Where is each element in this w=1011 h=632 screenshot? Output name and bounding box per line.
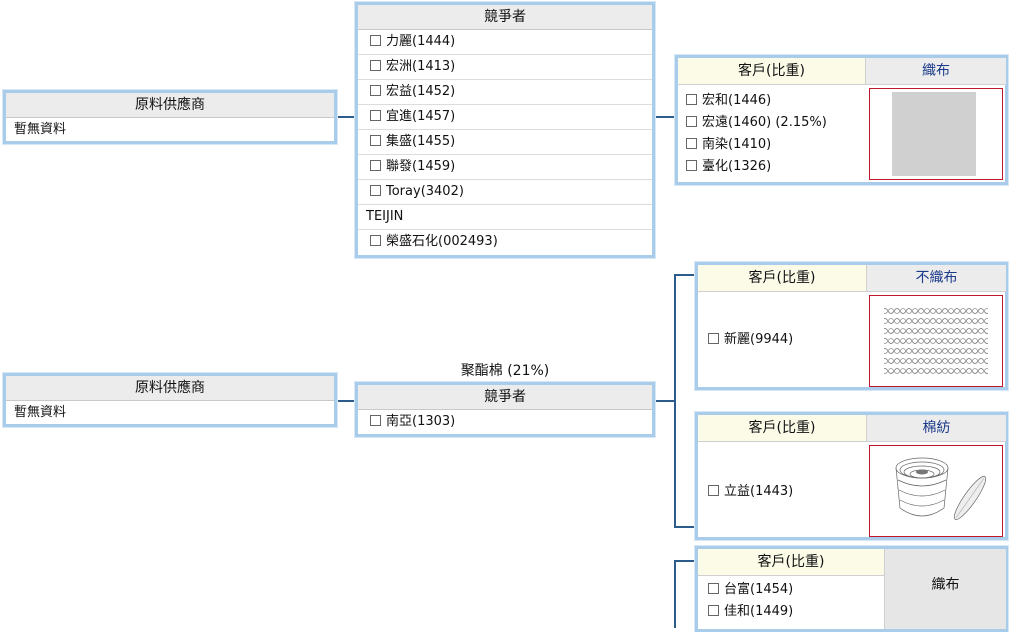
customer-item[interactable]: 佳和(1449) (708, 601, 793, 623)
customer-item[interactable]: 臺化(1326) (686, 156, 827, 178)
customer-list: 立益(1443) (708, 481, 793, 503)
category-header: 織布 (865, 58, 1006, 85)
checkbox[interactable] (708, 333, 719, 344)
checkbox[interactable] (686, 138, 697, 149)
customer-item[interactable]: 宏和(1446) (686, 90, 827, 112)
competitor-row[interactable]: 集盛(1455) (358, 130, 652, 155)
competitors-box: 競爭者 力麗(1444) 宏洲(1413) 宏益(1452) 宜進(1457) … (355, 2, 655, 258)
checkbox[interactable] (370, 135, 381, 146)
cotton-spindle-image (869, 445, 1003, 537)
competitor-row[interactable]: 宏洲(1413) (358, 55, 652, 80)
customer-list: 新麗(9944) (708, 329, 793, 351)
checkbox[interactable] (708, 485, 719, 496)
checkbox[interactable] (370, 160, 381, 171)
customer-list: 宏和(1446) 宏遠(1460) (2.15%) 南染(1410) 臺化(13… (686, 90, 827, 178)
customer-list: 台富(1454) 佳和(1449) (708, 579, 793, 623)
connector-line (674, 526, 696, 528)
competitor-row[interactable]: 宜進(1457) (358, 105, 652, 130)
competitor-row: TEIJIN (358, 205, 652, 230)
competitor-row[interactable]: 宏益(1452) (358, 80, 652, 105)
checkbox[interactable] (370, 85, 381, 96)
checkbox[interactable] (686, 116, 697, 127)
connector-line (336, 116, 356, 118)
category-cell: 織布 (884, 549, 1006, 629)
customer-header: 客戶(比重) (698, 549, 884, 576)
customer-box: 客戶(比重) 織布 宏和(1446) 宏遠(1460) (2.15%) 南染(1… (675, 55, 1008, 185)
competitors-header: 競爭者 (358, 385, 652, 410)
customer-item[interactable]: 立益(1443) (708, 481, 793, 503)
supplier-empty-text: 暫無資料 (14, 122, 67, 137)
connector-line (654, 116, 676, 118)
connector-line (336, 400, 356, 402)
checkbox[interactable] (686, 94, 697, 105)
connector-line (674, 274, 676, 528)
customer-box: 客戶(比重) 不織布 新麗(9944) (695, 262, 1008, 390)
woven-fabric-image (869, 88, 1003, 180)
customer-box: 客戶(比重) 台富(1454) 佳和(1449) 織布 (695, 546, 1008, 632)
checkbox[interactable] (370, 185, 381, 196)
supplier-box: 原料供應商 暫無資料 (3, 373, 337, 427)
supplier-box: 原料供應商 暫無資料 (3, 90, 337, 144)
product-label: 聚酯棉 (21%) (460, 363, 550, 379)
customer-header: 客戶(比重) (678, 58, 865, 85)
checkbox[interactable] (370, 235, 381, 246)
supplier-header: 原料供應商 (6, 93, 334, 118)
checkbox[interactable] (370, 35, 381, 46)
supplier-header: 原料供應商 (6, 376, 334, 401)
category-header: 不織布 (866, 265, 1006, 292)
connector-line (674, 560, 696, 562)
nonwoven-fabric-image (869, 295, 1003, 387)
connector-line (674, 560, 676, 628)
supplier-empty-text: 暫無資料 (14, 405, 67, 420)
competitors-header: 競爭者 (358, 5, 652, 30)
customer-header: 客戶(比重) (698, 265, 866, 292)
checkbox[interactable] (370, 415, 381, 426)
category-header: 棉紡 (866, 415, 1006, 442)
competitor-row[interactable]: 榮盛石化(002493) (358, 230, 652, 254)
customer-item[interactable]: 台富(1454) (708, 579, 793, 601)
competitor-row[interactable]: 聯發(1459) (358, 155, 652, 180)
connector-line (654, 400, 676, 402)
competitor-row[interactable]: Toray(3402) (358, 180, 652, 205)
customer-box: 客戶(比重) 棉紡 立益(1443) (695, 412, 1008, 540)
competitor-row[interactable]: 南亞(1303) (358, 410, 652, 434)
competitors-box: 競爭者 南亞(1303) (355, 382, 655, 437)
checkbox[interactable] (708, 605, 719, 616)
checkbox[interactable] (708, 583, 719, 594)
customer-item[interactable]: 南染(1410) (686, 134, 827, 156)
competitor-row[interactable]: 力麗(1444) (358, 30, 652, 55)
customer-item[interactable]: 新麗(9944) (708, 329, 793, 351)
checkbox[interactable] (370, 60, 381, 71)
checkbox[interactable] (686, 160, 697, 171)
checkbox[interactable] (370, 110, 381, 121)
customer-header: 客戶(比重) (698, 415, 866, 442)
connector-line (674, 274, 696, 276)
customer-item[interactable]: 宏遠(1460) (2.15%) (686, 112, 827, 134)
